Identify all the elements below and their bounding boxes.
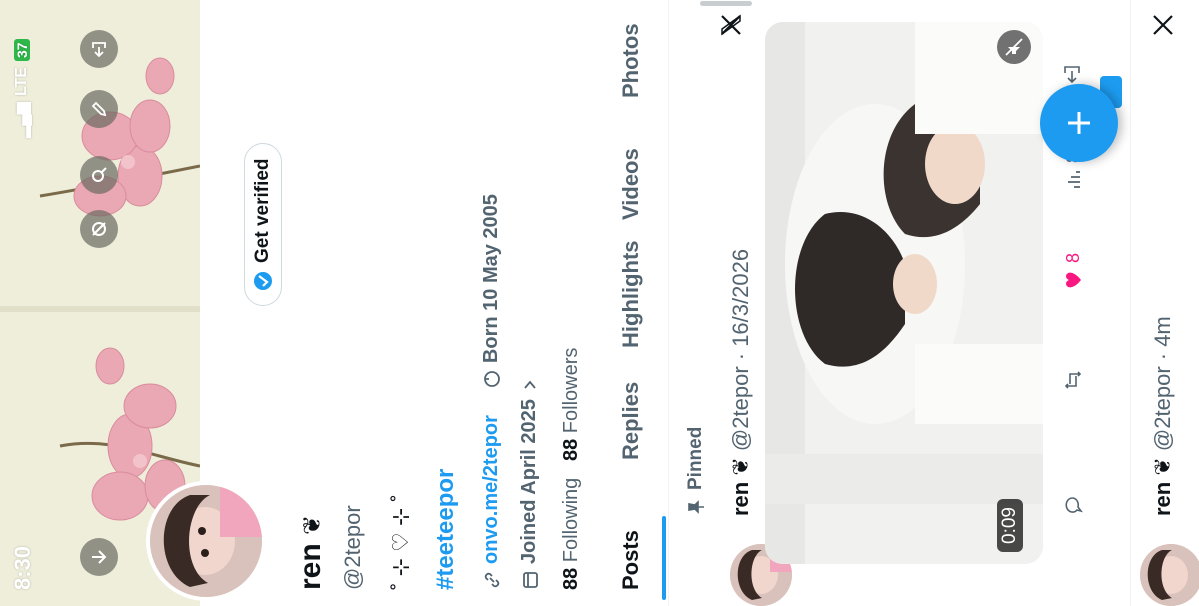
pinned-post-header: ren ❦ @2tepor · 16/3/2026 [728,249,754,516]
post-divider [1130,0,1131,606]
retweet-button[interactable] [1062,369,1084,391]
views-icon [1068,171,1080,188]
bio-hashtag[interactable]: #teeteepor [432,469,460,590]
battery-icon: 37 [14,39,30,62]
compose-button[interactable] [1040,84,1118,162]
profile-joined-row: Joined April 2025 [518,377,541,590]
pinned-indicator: Pinned [685,427,707,516]
down-arrow-icon [92,550,107,564]
mute-icon [1005,38,1023,56]
profile-meta-row: onvo.me/2tepor Born 10 May 2005 [480,194,503,590]
next-post-handle-time: @2tepor · 4m [1150,316,1175,452]
edit-button[interactable] [80,90,118,128]
next-post-header: ren ❦ @2tepor · 4m [1150,316,1176,516]
get-verified-label: Get verified [252,158,273,263]
x-logo-icon [721,14,741,36]
name-emoji: ❦ [299,514,326,535]
profile-name-text: ren [294,543,327,590]
mute-button[interactable] [997,30,1031,64]
search-icon [92,167,107,182]
refresh-icon [92,222,106,236]
next-post-avatar[interactable] [1140,544,1199,606]
next-post-author-emoji: ❦ [1150,457,1175,476]
tab-posts[interactable]: Posts [618,530,644,590]
refresh-button[interactable] [80,210,118,248]
tabs-divider [668,0,669,606]
post-handle-date: @2tepor · 16/3/2026 [728,248,753,452]
tab-replies[interactable]: Replies [618,382,644,460]
reply-button[interactable] [1062,494,1084,516]
profile-name: ren ❦ [294,515,328,590]
reply-icon [1065,497,1083,513]
exit-button[interactable] [80,30,118,68]
followers-count: 88 [560,438,582,462]
avatar-image [150,485,262,597]
next-post-avatar-image [1140,544,1199,606]
tab-highlights[interactable]: Highlights [618,240,644,348]
status-bar: 8:30 ▂▄▆ LTE 37 [0,0,44,606]
following-link[interactable]: 88 Following [560,478,582,590]
signal-icon: ▂▄▆ [14,102,31,138]
chevron-right-icon[interactable] [522,377,538,393]
calendar-icon [522,572,538,588]
like-button[interactable]: 8 [1062,253,1084,291]
exit-icon [92,42,106,58]
pinned-label: Pinned [685,426,706,490]
profile-link[interactable]: onvo.me/2tepor [480,415,503,564]
post-author-name: ren [728,481,753,516]
profile-screen: 8:30 ▂▄▆ LTE 37 Get verified ren ❦ @2tep… [0,0,1199,606]
status-time: 8:30 [10,545,35,590]
link-icon [484,572,499,588]
exit-icon [1064,66,1080,84]
back-button[interactable] [80,538,118,576]
x-logo-button[interactable] [718,12,749,38]
profile-born: Born 10 May 2005 [480,194,502,364]
post-author-emoji: ❦ [728,457,753,476]
followers-label: Followers [560,347,582,434]
post-video[interactable]: 0:09 [765,22,1043,564]
pencil-icon [91,101,107,117]
profile-avatar[interactable] [146,481,266,601]
retweet-icon [1064,371,1082,389]
video-thumbnail [765,22,1043,564]
get-verified-button[interactable]: Get verified [244,143,282,306]
profile-handle: @2tepor [340,505,365,590]
status-icons: ▂▄▆ LTE 37 [12,39,32,138]
get-verified-row: Get verified [233,143,293,306]
followers-link[interactable]: 88 Followers [560,348,582,461]
search-button[interactable] [80,156,118,194]
next-post-author-name: ren [1150,481,1175,516]
heart-icon [1066,272,1081,288]
plus-icon [1068,112,1090,134]
like-count: 8 [1062,252,1083,263]
network-label: LTE [13,67,30,97]
bio-line: ˚ ⊹ ♡ ⊹ ˚ [388,494,413,590]
x-logo-icon [1153,15,1173,35]
next-x-logo-button[interactable] [1150,12,1181,38]
verified-badge-icon [254,272,272,290]
following-label: Following [560,477,582,563]
birthday-icon [483,371,500,387]
video-duration: 0:09 [997,499,1023,552]
sheet-grabber[interactable] [700,1,752,6]
share-button[interactable] [1060,62,1089,86]
following-count: 88 [560,567,582,590]
pin-icon [688,500,704,514]
tab-videos[interactable]: Videos [618,148,644,220]
follow-counts: 88 Following 88 Followers [560,348,583,590]
profile-joined: Joined April 2025 [518,399,540,564]
active-tab-indicator [662,516,666,600]
tab-photos[interactable]: Photos [618,23,644,98]
